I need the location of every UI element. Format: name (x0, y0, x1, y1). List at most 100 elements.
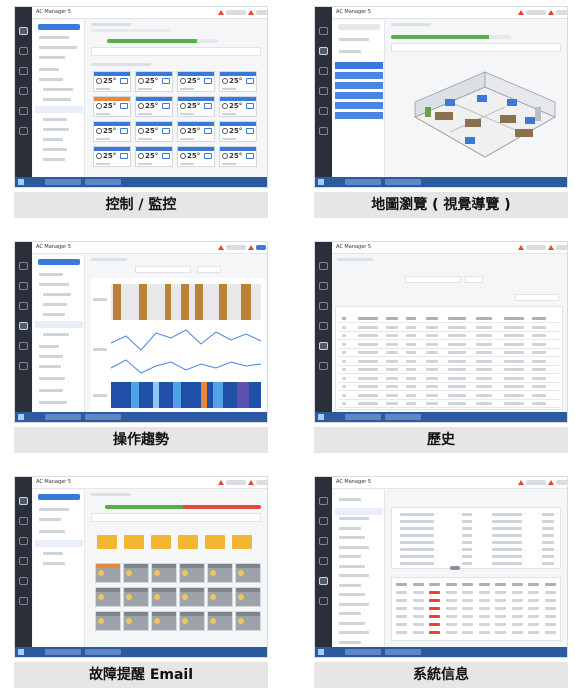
ac-unit-tile[interactable]: 25° (219, 146, 257, 167)
trend-icon[interactable] (19, 557, 28, 565)
windows-start-icon[interactable] (318, 649, 324, 655)
taskbar-app[interactable] (45, 649, 81, 655)
date-range-selector[interactable] (405, 276, 461, 283)
monitor-icon[interactable] (319, 27, 328, 35)
floor-plan-3d[interactable] (395, 57, 563, 175)
date-range-selector[interactable] (135, 266, 191, 273)
ac-unit-tile[interactable] (95, 563, 121, 583)
menu-item[interactable] (339, 640, 361, 644)
folder-icon[interactable] (205, 535, 225, 549)
taskbar-app[interactable] (45, 179, 81, 185)
monitor-icon[interactable] (19, 262, 28, 270)
schedule-icon[interactable] (19, 302, 28, 310)
trend-icon[interactable] (319, 557, 328, 565)
menu-item[interactable] (339, 583, 361, 587)
trend-icon[interactable] (319, 87, 328, 95)
user-pill[interactable] (256, 245, 266, 250)
ac-unit-tile[interactable]: 25° (93, 96, 131, 117)
tree-item[interactable] (43, 552, 63, 555)
ac-unit-tile[interactable] (151, 587, 177, 607)
tree-item[interactable] (335, 112, 383, 119)
filter-toolbar[interactable] (91, 513, 261, 522)
menu-item[interactable] (339, 574, 369, 577)
ac-unit-tile[interactable] (123, 587, 149, 607)
settings-icon[interactable] (319, 577, 328, 585)
tree-item[interactable] (43, 313, 65, 316)
ac-unit-tile[interactable]: 25° (219, 121, 257, 142)
monitor-icon[interactable] (19, 27, 28, 35)
ac-unit-tile[interactable]: 25° (93, 146, 131, 167)
taskbar-app[interactable] (85, 414, 121, 420)
tree-item[interactable] (43, 148, 67, 151)
folder-icon[interactable] (232, 535, 252, 549)
map-icon[interactable] (319, 517, 328, 525)
trend-icon[interactable] (19, 87, 28, 95)
windows-start-icon[interactable] (318, 414, 324, 420)
warning-triangle-icon[interactable] (548, 10, 554, 15)
menu-item[interactable] (339, 517, 369, 520)
taskbar-app[interactable] (345, 414, 381, 420)
tree-item[interactable] (335, 72, 383, 79)
tree-item-selected[interactable] (35, 321, 83, 328)
tree-item[interactable] (39, 68, 59, 71)
tree-item[interactable] (43, 98, 71, 101)
tree-item[interactable] (43, 88, 73, 91)
tree-item[interactable] (39, 283, 69, 286)
tree-item[interactable] (335, 102, 383, 109)
warning-triangle-icon[interactable] (248, 245, 254, 250)
tree-item[interactable] (39, 389, 63, 392)
trend-icon[interactable] (19, 322, 28, 330)
tree-item-selected[interactable] (335, 62, 383, 69)
map-icon[interactable] (319, 282, 328, 290)
taskbar-app[interactable] (345, 179, 381, 185)
warning-triangle-icon[interactable] (218, 10, 224, 15)
warning-triangle-icon[interactable] (518, 245, 524, 250)
ac-unit-tile[interactable] (235, 563, 261, 583)
tree-item[interactable] (339, 50, 361, 53)
ac-unit-tile[interactable] (179, 611, 205, 631)
tree-item[interactable] (39, 56, 65, 59)
schedule-icon[interactable] (319, 302, 328, 310)
menu-item[interactable] (339, 545, 369, 549)
alarm-pill[interactable] (526, 245, 546, 250)
user-pill[interactable] (556, 480, 567, 485)
ac-unit-tile[interactable] (95, 587, 121, 607)
tree-item[interactable] (39, 345, 59, 348)
ac-unit-tile[interactable]: 25° (177, 121, 215, 142)
folder-icon[interactable] (151, 535, 171, 549)
tree-item[interactable] (39, 508, 69, 511)
category-selector[interactable] (515, 294, 559, 301)
ac-unit-tile[interactable] (151, 611, 177, 631)
history-icon[interactable] (319, 597, 328, 605)
tree-item[interactable] (39, 365, 61, 368)
ac-unit-tile[interactable]: 25° (93, 71, 131, 92)
menu-item[interactable] (339, 602, 369, 606)
taskbar-app[interactable] (85, 649, 121, 655)
map-icon[interactable] (19, 517, 28, 525)
settings-icon[interactable] (319, 362, 328, 370)
taskbar-app[interactable] (385, 649, 421, 655)
tree-item[interactable] (43, 562, 65, 565)
menu-item[interactable] (339, 536, 365, 539)
menu-item[interactable] (339, 612, 361, 615)
tree-item[interactable] (43, 138, 63, 141)
trend-icon[interactable] (319, 322, 328, 330)
tree-item[interactable] (39, 36, 69, 39)
ac-unit-tile[interactable] (95, 611, 121, 631)
ac-unit-tile[interactable]: 25° (93, 121, 131, 142)
ac-unit-tile[interactable]: 25° (219, 96, 257, 117)
tree-item[interactable] (43, 128, 69, 131)
tree-item[interactable] (43, 293, 71, 296)
schedule-icon[interactable] (319, 67, 328, 75)
alarm-pill[interactable] (226, 480, 246, 485)
filter-button[interactable] (465, 276, 483, 283)
ac-unit-tile[interactable]: 25° (177, 146, 215, 167)
warning-triangle-icon[interactable] (548, 245, 554, 250)
menu-item[interactable] (339, 631, 369, 634)
monitor-icon[interactable] (19, 497, 28, 505)
schedule-icon[interactable] (19, 47, 28, 55)
map-icon[interactable] (19, 67, 28, 75)
taskbar-app[interactable] (385, 414, 421, 420)
tree-item[interactable] (39, 401, 67, 404)
menu-item-selected[interactable] (335, 507, 383, 515)
